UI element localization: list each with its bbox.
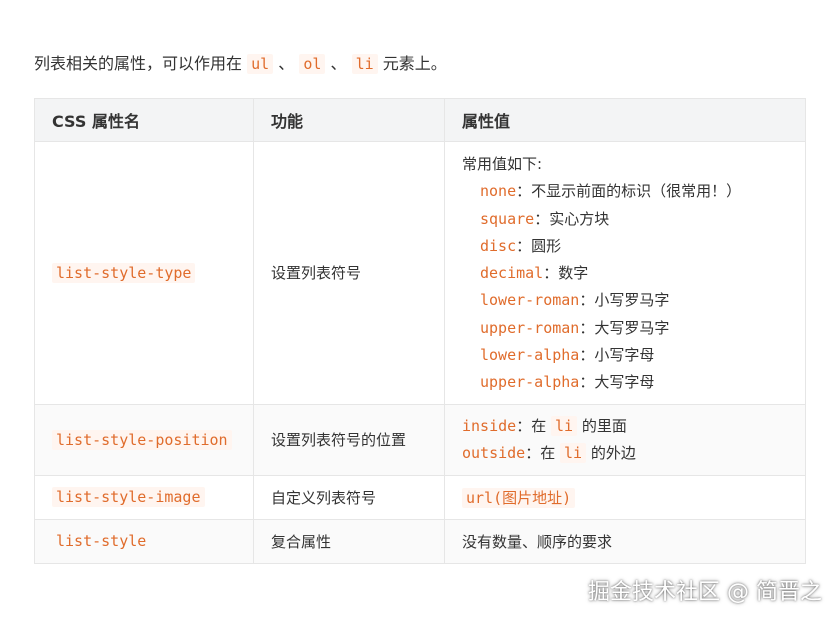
header-function: 功能 [253, 98, 445, 142]
value-code: upper-alpha [480, 373, 580, 392]
value-heading: 常用值如下: [462, 155, 543, 173]
list-item: inside：在 li 的里面 [462, 413, 788, 440]
list-item: disc：圆形 [462, 233, 788, 260]
value-code: lower-roman [480, 291, 580, 310]
property-name-code: list-style [56, 532, 147, 551]
value-desc: ：数字 [543, 264, 589, 283]
header-property-value: 属性值 [444, 98, 806, 142]
intro-paragraph: 列表相关的属性，可以作用在 ul 、 ol 、 li 元素上。 [34, 52, 447, 76]
table-header-row: CSS 属性名 功能 属性值 [34, 98, 806, 142]
list-item: square：实心方块 [462, 206, 788, 233]
table-row: list-style-type 设置列表符号 常用值如下: none：不显示前面… [34, 141, 806, 405]
property-name-cell: list-style-image [34, 474, 254, 520]
value-cell: 常用值如下: none：不显示前面的标识（很常用！） square：实心方块 d… [444, 141, 806, 405]
value-code: decimal [480, 264, 544, 283]
intro-text-before: 列表相关的属性，可以作用在 [34, 54, 243, 73]
value-code: disc [480, 236, 517, 255]
value-desc: ：不显示前面的标识（很常用！） [516, 182, 742, 201]
table-row: list-style-image 自定义列表符号 url(图片地址) [34, 474, 806, 520]
value-desc: ：小写字母 [579, 346, 655, 365]
value-desc: ：实心方块 [534, 209, 610, 228]
value-desc: ：大写字母 [579, 373, 655, 392]
watermark: 掘金技术社区 @ 简晋之 [588, 580, 822, 605]
table-row: list-style-position 设置列表符号的位置 inside：在 l… [34, 403, 806, 476]
value-desc: ：在 [525, 443, 556, 462]
list-item: decimal：数字 [462, 260, 788, 287]
value-desc: ：圆形 [516, 236, 562, 255]
list-item: lower-roman：小写罗马字 [462, 287, 788, 314]
property-name-cell: list-style [34, 518, 254, 564]
value-code: upper-roman [480, 318, 580, 337]
value-code: li [550, 415, 578, 436]
list-properties-table: CSS 属性名 功能 属性值 list-style-type 设置列表符号 常用… [34, 98, 806, 564]
value-desc: ：大写罗马字 [579, 318, 670, 337]
list-item: outside：在 li 的外边 [462, 440, 788, 467]
value-cell: inside：在 li 的里面 outside：在 li 的外边 [444, 403, 806, 476]
value-code: none [480, 182, 517, 201]
value-cell: 没有数量、顺序的要求 [444, 518, 806, 564]
intro-text-after: 元素上。 [382, 54, 447, 73]
value-desc: 的里面 [581, 416, 627, 435]
property-name-code: list-style-image [52, 487, 205, 508]
value-code: li [560, 442, 587, 463]
property-name-cell: list-style-type [34, 141, 254, 405]
code-ol: ol [299, 54, 326, 74]
list-item: none：不显示前面的标识（很常用！） [462, 178, 788, 205]
function-cell: 自定义列表符号 [253, 474, 445, 520]
value-code: outside [462, 443, 526, 462]
value-cell: url(图片地址) [444, 474, 806, 520]
value-code: url(图片地址) [462, 487, 576, 508]
intro-separator: 、 [330, 54, 347, 73]
property-name-cell: list-style-position [34, 403, 254, 476]
value-code: lower-alpha [480, 346, 580, 365]
value-desc: 的外边 [590, 443, 636, 462]
code-ul: ul [247, 54, 274, 74]
property-name-code: list-style-type [52, 262, 196, 283]
intro-separator: 、 [278, 54, 295, 73]
value-code: inside [462, 416, 517, 435]
code-li: li [351, 54, 378, 74]
header-property-name: CSS 属性名 [34, 98, 254, 142]
list-item: upper-alpha：大写字母 [462, 369, 788, 396]
function-cell: 复合属性 [253, 518, 445, 564]
value-desc: ：小写罗马字 [579, 291, 670, 310]
list-item: upper-roman：大写罗马字 [462, 315, 788, 342]
property-name-code: list-style-position [52, 429, 232, 450]
function-cell: 设置列表符号的位置 [253, 403, 445, 476]
list-item: lower-alpha：小写字母 [462, 342, 788, 369]
value-desc: ：在 [516, 416, 547, 435]
table-row: list-style 复合属性 没有数量、顺序的要求 [34, 518, 806, 564]
function-cell: 设置列表符号 [253, 141, 445, 405]
value-code: square [480, 209, 535, 228]
